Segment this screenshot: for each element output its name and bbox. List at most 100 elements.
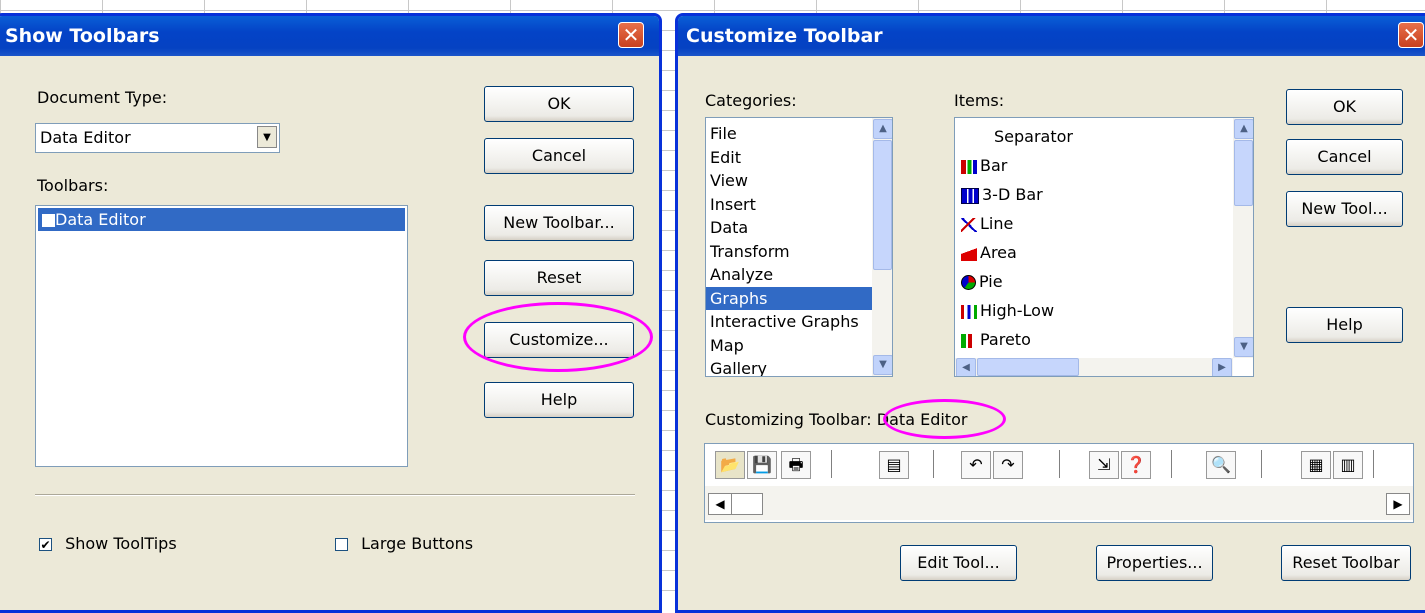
customize-toolbar-titlebar[interactable]: Customize Toolbar ✕ <box>678 16 1425 56</box>
scroll-thumb[interactable] <box>1234 140 1253 206</box>
help-button[interactable]: Help <box>484 382 634 418</box>
highlight-ellipse-data-editor <box>883 399 1006 439</box>
close-icon[interactable]: ✕ <box>1398 22 1424 48</box>
properties-button[interactable]: Properties... <box>1096 545 1213 581</box>
category-item[interactable]: Edit <box>706 146 872 170</box>
scroll-up-icon[interactable]: ▲ <box>1234 119 1253 139</box>
toolbar-hscrollbar[interactable]: ◀ ▶ <box>705 486 1413 520</box>
new-toolbar-button[interactable]: New Toolbar... <box>484 205 634 241</box>
scroll-left-icon[interactable]: ◀ <box>956 358 976 376</box>
close-icon[interactable]: ✕ <box>618 22 644 48</box>
insert-variable-icon[interactable]: ▥ <box>1333 451 1363 479</box>
toolbars-label: Toolbars: <box>37 176 109 195</box>
scroll-left-icon[interactable]: ◀ <box>708 493 732 515</box>
checkbox-unchecked-icon[interactable] <box>335 538 348 551</box>
categories-label: Categories: <box>705 91 797 110</box>
new-tool-button[interactable]: New Tool... <box>1286 191 1403 227</box>
toolbar-preview[interactable]: 📂 💾 🖶 ▤ ↶ ↷ ⇲ ❓ 🔍 ▦ ▥ ◀ ▶ <box>704 443 1414 523</box>
reset-toolbar-button[interactable]: Reset Toolbar <box>1281 545 1411 581</box>
large-buttons-option[interactable]: Large Buttons <box>335 534 473 553</box>
find-icon[interactable]: 🔍 <box>1206 451 1236 479</box>
toolbar-separator <box>1261 450 1262 478</box>
item-entry[interactable]: 3-D Bar <box>957 180 1231 209</box>
variables-icon[interactable]: ❓ <box>1121 451 1151 479</box>
save-icon[interactable]: 💾 <box>747 451 777 479</box>
divider <box>35 494 635 496</box>
scroll-up-icon[interactable]: ▲ <box>873 119 892 139</box>
redo-icon[interactable]: ↷ <box>993 451 1023 479</box>
item-label: Bar <box>980 156 1008 175</box>
toolbars-list[interactable]: ✔Data Editor <box>35 205 408 467</box>
scroll-thumb[interactable] <box>731 493 763 515</box>
category-item[interactable]: Gallery <box>706 357 872 376</box>
open-folder-icon[interactable]: 📂 <box>715 451 745 479</box>
scroll-down-icon[interactable]: ▼ <box>1234 337 1253 357</box>
items-hscrollbar[interactable]: ◀ ▶ <box>955 358 1233 376</box>
scroll-right-icon[interactable]: ▶ <box>1386 493 1410 515</box>
cancel-button[interactable]: Cancel <box>1286 139 1403 175</box>
edit-tool-button[interactable]: Edit Tool... <box>900 545 1017 581</box>
checkbox-checked-icon[interactable]: ✔ <box>42 214 55 228</box>
scroll-thumb[interactable] <box>873 140 892 270</box>
ok-button[interactable]: OK <box>1286 89 1403 125</box>
toolbar-separator <box>933 450 934 478</box>
help-button[interactable]: Help <box>1286 307 1403 343</box>
category-item[interactable]: Data <box>706 216 872 240</box>
undo-icon[interactable]: ↶ <box>961 451 991 479</box>
toolbar-item-data-editor[interactable]: ✔Data Editor <box>38 208 405 231</box>
category-item[interactable]: Analyze <box>706 263 872 287</box>
category-item[interactable]: Map <box>706 334 872 358</box>
print-icon[interactable]: 🖶 <box>781 451 811 479</box>
document-type-select[interactable]: Data Editor ▼ <box>35 123 280 153</box>
large-buttons-label: Large Buttons <box>361 534 474 553</box>
item-label: 3-D Bar <box>982 185 1043 204</box>
item-entry[interactable]: Separator <box>957 122 1231 151</box>
item-label: Pareto <box>980 330 1031 349</box>
show-toolbars-titlebar[interactable]: Show Toolbars ✕ <box>0 16 659 56</box>
toolbar-icons: 📂 💾 🖶 ▤ ↶ ↷ ⇲ ❓ 🔍 ▦ ▥ <box>711 448 1401 482</box>
category-item[interactable]: View <box>706 169 872 193</box>
insert-cases-icon[interactable]: ▦ <box>1301 451 1331 479</box>
show-toolbars-dialog: Show Toolbars ✕ Document Type: Data Edit… <box>0 13 662 613</box>
show-tooltips-option[interactable]: ✔ Show ToolTips <box>39 534 177 553</box>
category-item[interactable]: Graphs <box>706 286 872 310</box>
toolbar-separator <box>1059 450 1060 478</box>
item-entry[interactable]: Pie <box>957 267 1231 296</box>
goto-case-icon[interactable]: ⇲ <box>1089 451 1119 479</box>
highlight-ellipse-customize <box>463 302 653 372</box>
customizing-label-text: Customizing Toolbar: <box>705 410 872 429</box>
item-entry[interactable]: Line <box>957 209 1231 238</box>
customize-toolbar-title: Customize Toolbar <box>686 25 883 47</box>
item-entry[interactable]: Bar <box>957 151 1231 180</box>
pareto-chart-icon <box>961 333 977 348</box>
scroll-down-icon[interactable]: ▼ <box>873 355 892 375</box>
area-chart-icon <box>961 246 977 261</box>
cancel-button[interactable]: Cancel <box>484 138 634 174</box>
item-entry[interactable]: High-Low <box>957 296 1231 325</box>
category-item[interactable]: Transform <box>706 240 872 264</box>
categories-list[interactable]: File Edit View Insert Data Transform Analyze Gr… <box>705 117 893 377</box>
categories-scrollbar[interactable]: ▲ ▼ <box>872 118 892 376</box>
category-item[interactable]: Interactive Graphs <box>706 310 872 334</box>
items-vscrollbar[interactable]: ▲ ▼ <box>1233 118 1253 358</box>
dialog-recall-icon[interactable]: ▤ <box>879 451 909 479</box>
item-entry[interactable]: Area <box>957 238 1231 267</box>
chevron-down-icon[interactable]: ▼ <box>257 126 277 148</box>
high-low-chart-icon <box>961 304 977 319</box>
scroll-right-icon[interactable]: ▶ <box>1212 358 1232 376</box>
checkbox-checked-icon[interactable]: ✔ <box>39 538 52 552</box>
category-item[interactable]: Insert <box>706 193 872 217</box>
items-list[interactable]: Separator Bar 3-D Bar Line Area Pie High-Low Pa… <box>954 117 1254 377</box>
category-item[interactable]: File <box>706 122 872 146</box>
line-chart-icon <box>961 217 977 232</box>
item-label: Area <box>980 243 1017 262</box>
toolbar-separator <box>831 450 832 478</box>
categories-items: File Edit View Insert Data Transform Analyze Gr… <box>706 122 872 376</box>
show-toolbars-title: Show Toolbars <box>5 25 160 47</box>
item-entry[interactable]: Pareto <box>957 325 1231 354</box>
pie-chart-icon <box>961 275 976 290</box>
ok-button[interactable]: OK <box>484 86 634 122</box>
document-type-value: Data Editor <box>40 128 131 147</box>
reset-button[interactable]: Reset <box>484 260 634 296</box>
scroll-thumb[interactable] <box>977 358 1079 376</box>
